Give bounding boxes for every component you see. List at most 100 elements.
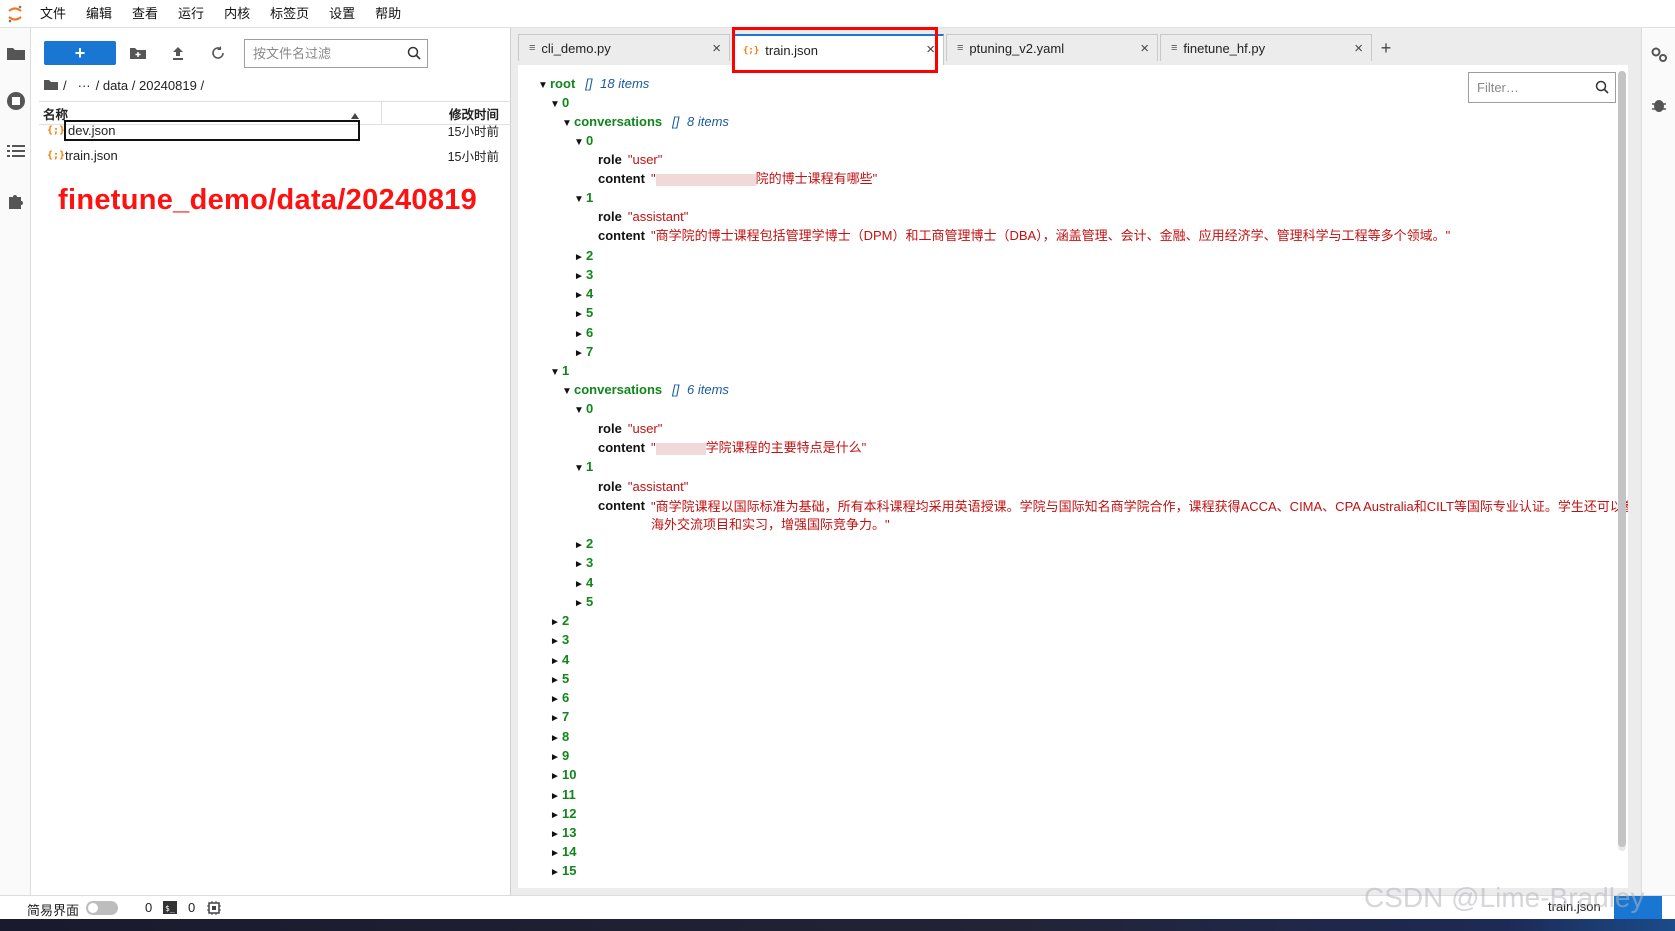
terminal-icon[interactable]: $_: [163, 901, 177, 917]
tree-node-message[interactable]: ▼ 0: [574, 133, 593, 151]
tree-node-root[interactable]: ▼ root[] 18 items: [538, 76, 649, 94]
menu-settings[interactable]: 设置: [319, 0, 365, 28]
menu-edit[interactable]: 编辑: [76, 0, 122, 28]
vertical-scrollbar[interactable]: [1618, 71, 1626, 851]
tree-node-collapsed[interactable]: ► 7: [574, 344, 593, 362]
tree-node-collapsed[interactable]: ► 2: [574, 248, 593, 266]
table-of-contents-icon[interactable]: [5, 140, 26, 161]
tree-node-collapsed[interactable]: ► 5: [574, 594, 593, 612]
terminal-count[interactable]: 0: [188, 900, 195, 915]
add-tab-button[interactable]: +: [1374, 36, 1398, 60]
tree-node-message[interactable]: ▼ 0: [574, 401, 593, 419]
tree-node-collapsed[interactable]: ► 6: [574, 325, 593, 343]
collapse-caret-icon[interactable]: ►: [550, 731, 562, 747]
expand-caret-icon[interactable]: ▼: [574, 192, 586, 208]
tree-node-collapsed[interactable]: ► 3: [550, 632, 569, 650]
file-filter-input[interactable]: [253, 46, 401, 61]
expand-caret-icon[interactable]: ▼: [562, 116, 574, 132]
menu-file[interactable]: 文件: [30, 0, 76, 28]
refresh-icon[interactable]: [207, 42, 229, 64]
new-folder-icon[interactable]: [127, 42, 149, 64]
collapse-caret-icon[interactable]: ►: [574, 596, 586, 612]
menu-run[interactable]: 运行: [168, 0, 214, 28]
tree-node-item[interactable]: ▼ 0: [550, 95, 569, 113]
collapse-caret-icon[interactable]: ►: [550, 769, 562, 785]
tree-node-collapsed[interactable]: ► 4: [574, 575, 593, 593]
tree-node-collapsed[interactable]: ► 3: [574, 267, 593, 285]
kernel-status-icon[interactable]: [207, 901, 221, 918]
tree-node-collapsed[interactable]: ► 6: [550, 690, 569, 708]
file-name-rename-field[interactable]: dev.json: [64, 120, 360, 141]
tree-node-conversations[interactable]: ▼ conversations[] 8 items: [562, 114, 729, 132]
tree-node-collapsed[interactable]: ► 14: [550, 844, 576, 862]
tree-node-collapsed[interactable]: ► 5: [574, 305, 593, 323]
tree-node-collapsed[interactable]: ► 7: [550, 709, 569, 727]
extension-puzzle-icon[interactable]: [5, 190, 26, 211]
expand-caret-icon[interactable]: ▼: [550, 365, 562, 381]
kernel-count[interactable]: 0: [145, 900, 152, 915]
tree-node-conversations[interactable]: ▼ conversations[] 6 items: [562, 382, 729, 400]
collapse-caret-icon[interactable]: ►: [550, 711, 562, 727]
collapse-caret-icon[interactable]: ►: [574, 577, 586, 593]
close-icon[interactable]: ×: [926, 41, 935, 58]
tree-node-collapsed[interactable]: ► 4: [574, 286, 593, 304]
collapse-caret-icon[interactable]: ►: [550, 846, 562, 862]
tree-node-collapsed[interactable]: ► 5: [550, 671, 569, 689]
tree-node-collapsed[interactable]: ► 3: [574, 555, 593, 573]
collapse-caret-icon[interactable]: ►: [574, 538, 586, 554]
collapse-caret-icon[interactable]: ►: [574, 250, 586, 266]
scrollbar-thumb[interactable]: [1618, 71, 1626, 847]
expand-caret-icon[interactable]: ▼: [574, 135, 586, 151]
debugger-bug-icon[interactable]: [1648, 94, 1669, 115]
menu-kernel[interactable]: 内核: [214, 0, 260, 28]
menu-view[interactable]: 查看: [122, 0, 168, 28]
collapse-caret-icon[interactable]: ►: [550, 615, 562, 631]
collapse-caret-icon[interactable]: ►: [550, 750, 562, 766]
close-icon[interactable]: ×: [1354, 40, 1363, 57]
expand-caret-icon[interactable]: ▼: [550, 97, 562, 113]
simple-mode-toggle[interactable]: [86, 901, 118, 915]
tree-node-collapsed[interactable]: ► 9: [550, 748, 569, 766]
collapse-caret-icon[interactable]: ►: [574, 346, 586, 362]
tab-finetune-hf[interactable]: ≡ finetune_hf.py ×: [1160, 34, 1372, 61]
new-launcher-button[interactable]: +: [44, 41, 116, 65]
file-row-train-json[interactable]: {;} train.json 15小时前: [39, 143, 511, 168]
collapse-caret-icon[interactable]: ►: [550, 789, 562, 805]
expand-caret-icon[interactable]: ▼: [574, 461, 586, 477]
tree-node-collapsed[interactable]: ► 4: [550, 652, 569, 670]
breadcrumb-path[interactable]: / data / 20240819 /: [96, 78, 204, 93]
collapse-caret-icon[interactable]: ►: [550, 654, 562, 670]
tree-node-collapsed[interactable]: ► 2: [574, 536, 593, 554]
collapse-caret-icon[interactable]: ►: [574, 327, 586, 343]
upload-icon[interactable]: [167, 42, 189, 64]
json-filter-input[interactable]: [1477, 80, 1589, 95]
collapse-caret-icon[interactable]: ►: [550, 673, 562, 689]
breadcrumb-ellipsis[interactable]: ···: [78, 78, 91, 93]
home-folder-icon[interactable]: [44, 78, 58, 93]
collapse-caret-icon[interactable]: ►: [550, 808, 562, 824]
tree-node-collapsed[interactable]: ► 2: [550, 613, 569, 631]
expand-caret-icon[interactable]: ▼: [574, 403, 586, 419]
file-row-dev-json[interactable]: {;} dev.json 15小时前: [39, 118, 511, 143]
collapse-caret-icon[interactable]: ►: [574, 269, 586, 285]
collapse-caret-icon[interactable]: ►: [574, 307, 586, 323]
tree-node-collapsed[interactable]: ► 13: [550, 825, 576, 843]
tab-train-json[interactable]: {;} train.json ×: [732, 34, 944, 65]
property-inspector-icon[interactable]: [1648, 44, 1669, 65]
tree-node-message[interactable]: ▼ 1: [574, 459, 593, 477]
tab-cli-demo[interactable]: ≡ cli_demo.py ×: [518, 34, 730, 61]
running-sessions-icon[interactable]: [5, 90, 26, 111]
tree-node-collapsed[interactable]: ► 11: [550, 787, 576, 805]
tree-node-collapsed[interactable]: ► 12: [550, 806, 576, 824]
menu-help[interactable]: 帮助: [365, 0, 411, 28]
tree-node-item[interactable]: ▼ 1: [550, 363, 569, 381]
collapse-caret-icon[interactable]: ►: [550, 827, 562, 843]
collapse-caret-icon[interactable]: ►: [574, 557, 586, 573]
tree-node-message[interactable]: ▼ 1: [574, 190, 593, 208]
expand-caret-icon[interactable]: ▼: [538, 78, 550, 94]
collapse-caret-icon[interactable]: ►: [550, 634, 562, 650]
tree-node-collapsed[interactable]: ► 10: [550, 767, 576, 785]
folder-icon[interactable]: [5, 42, 26, 63]
tab-ptuning-yaml[interactable]: ≡ ptuning_v2.yaml ×: [946, 34, 1158, 61]
tree-node-collapsed[interactable]: ► 15: [550, 863, 576, 881]
